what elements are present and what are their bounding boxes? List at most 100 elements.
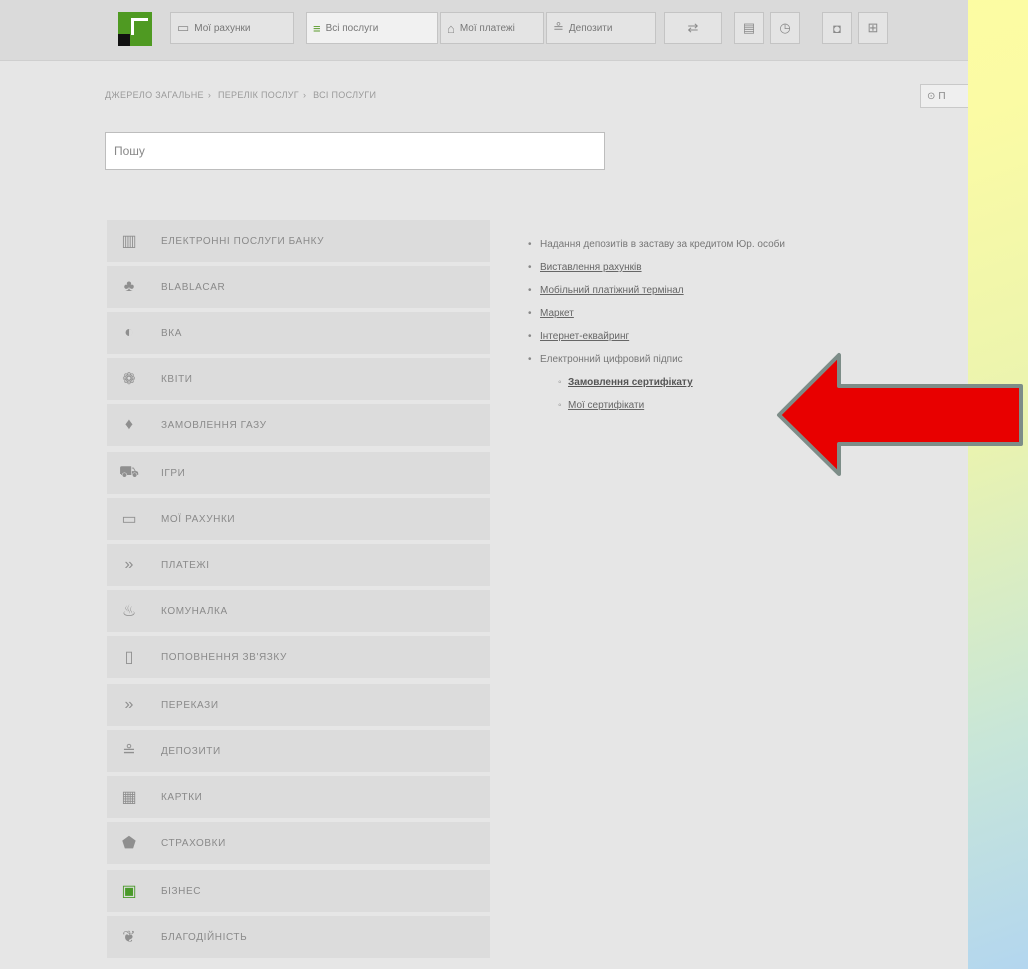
camera-button[interactable]: ◘: [822, 12, 852, 44]
print-label: П: [938, 90, 946, 102]
document-button[interactable]: ▤: [734, 12, 764, 44]
breadcrumb-item[interactable]: ДЖЕРЕЛО ЗАГАЛЬНЕ: [105, 90, 204, 100]
menu-item[interactable]: ▣ БІЗНЕС: [107, 870, 490, 916]
menu-item-label: БІЗНЕС: [161, 885, 202, 897]
tab-my-payments[interactable]: ⌂ Мої платежі: [440, 12, 544, 44]
link-text: Електронний цифровий підпис: [540, 354, 683, 365]
puzzle-icon: ❁: [122, 371, 136, 388]
link-item[interactable]: Інтернет-еквайринг: [528, 325, 785, 348]
top-navigation-bar: ▭ Мої рахунки ≡ Всі послуги ⌂ Мої платеж…: [0, 0, 968, 61]
coins-icon: ≗: [553, 20, 564, 35]
menu-item-label: МОЇ РАХУНКИ: [161, 513, 236, 525]
transfer-icon: ⇄: [687, 20, 699, 35]
link-text[interactable]: Виставлення рахунків: [540, 262, 642, 273]
link-item[interactable]: Виставлення рахунків: [528, 256, 785, 279]
camera-icon: ◘: [833, 20, 841, 36]
tab-label: Мої рахунки: [194, 22, 251, 34]
link-item[interactable]: Мобільний платіжний термінал: [528, 279, 785, 302]
menu-item-label: СТРАХОВКИ: [161, 837, 226, 849]
print-button[interactable]: ⊙ П: [920, 84, 968, 108]
menu-item[interactable]: ▭ МОЇ РАХУНКИ: [107, 498, 490, 544]
drop-icon: ♦: [124, 416, 134, 433]
menu-item[interactable]: ♣ BLABLACAR: [107, 266, 490, 312]
menu-item[interactable]: ≗ ДЕПОЗИТИ: [107, 730, 490, 776]
menu-item-label: КВІТИ: [161, 373, 193, 385]
globe-icon: ◐: [124, 324, 134, 341]
menu-item-label: BLABLACAR: [161, 281, 226, 293]
menu-item-label: ПОПОВНЕННЯ ЗВ'ЯЗКУ: [161, 651, 287, 663]
red-arrow-shape: [777, 353, 1023, 476]
menu-item[interactable]: » ПЛАТЕЖІ: [107, 544, 490, 590]
tab-my-accounts[interactable]: ▭ Мої рахунки: [170, 12, 294, 44]
certificate-order-link[interactable]: Замовлення сертифікату: [568, 377, 693, 388]
clock-icon: ◷: [779, 20, 791, 35]
menu-item[interactable]: ❦ БЛАГОДІЙНІСТЬ: [107, 916, 490, 962]
menu-item[interactable]: ◐ ВКА: [107, 312, 490, 358]
link-text[interactable]: Мобільний платіжний термінал: [540, 285, 684, 296]
menu-item-label: ЕЛЕКТРОННІ ПОСЛУГИ БАНКУ: [161, 235, 325, 247]
menu-item-label: ПЛАТЕЖІ: [161, 559, 210, 571]
cart-icon: ⊞: [867, 20, 879, 35]
tab-all-services[interactable]: ≡ Всі послуги: [306, 12, 438, 44]
menu-item-label: ДЕПОЗИТИ: [161, 745, 221, 757]
menu-item-label: КАРТКИ: [161, 791, 203, 803]
menu-item[interactable]: ▯ ПОПОВНЕННЯ ЗВ'ЯЗКУ: [107, 636, 490, 684]
tab-label: Всі послуги: [325, 22, 379, 34]
browser-screen: ▭ Мої рахунки ≡ Всі послуги ⌂ Мої платеж…: [0, 0, 968, 969]
sub-link-item[interactable]: Замовлення сертифікату: [528, 371, 785, 394]
briefcase-icon: ▣: [121, 883, 137, 900]
home-icon: ⌂: [447, 20, 455, 36]
menu-item[interactable]: ⬟ СТРАХОВКИ: [107, 822, 490, 870]
menu-item-label: БЛАГОДІЙНІСТЬ: [161, 931, 248, 943]
menu-item[interactable]: ♨ КОМУНАЛКА: [107, 590, 490, 636]
link-text: Надання депозитів в заставу за кредитом …: [540, 239, 785, 250]
card-icon: ▭: [121, 511, 137, 528]
print-icon: ⊙: [927, 90, 936, 102]
menu-item-label: ВКА: [161, 327, 182, 339]
transfer-button[interactable]: ⇄: [664, 12, 722, 44]
sub-link-item[interactable]: Мої сертифікати: [528, 394, 785, 417]
chevrons-icon: »: [124, 556, 134, 573]
menu-item-label: ІГРИ: [161, 467, 186, 479]
menu-item[interactable]: ⛟ ІГРИ: [107, 452, 490, 498]
link-item[interactable]: Маркет: [528, 302, 785, 325]
menu-item[interactable]: ❁ КВІТИ: [107, 358, 490, 404]
coins-icon: ≗: [122, 743, 136, 760]
cards-icon: ▦: [121, 789, 137, 806]
shield-icon: ⬟: [122, 835, 136, 852]
tab-label: Мої платежі: [459, 22, 515, 34]
menu-item[interactable]: ▥ ЕЛЕКТРОННІ ПОСЛУГИ БАНКУ: [107, 220, 490, 266]
chevrons-icon: »: [124, 696, 134, 713]
menu-item-label: ЗАМОВЛЕННЯ ГАЗУ: [161, 419, 267, 431]
link-text[interactable]: Маркет: [540, 308, 574, 319]
tab-deposits[interactable]: ≗ Депозити: [546, 12, 656, 44]
service-links-list: Надання депозитів в заставу за кредитом …: [528, 233, 785, 417]
service-categories-menu: ▥ ЕЛЕКТРОННІ ПОСЛУГИ БАНКУ ♣ BLABLACAR ◐ ВК…: [107, 220, 490, 962]
link-item: Надання депозитів в заставу за кредитом …: [528, 233, 785, 256]
heart-hands-icon: ❦: [122, 929, 136, 946]
breadcrumb-item[interactable]: ПЕРЕЛІК ПОСЛУГ: [218, 90, 299, 100]
menu-item[interactable]: ♦ ЗАМОВЛЕННЯ ГАЗУ: [107, 404, 490, 452]
menu-item[interactable]: » ПЕРЕКАЗИ: [107, 684, 490, 730]
phone-icon: ▯: [124, 649, 134, 666]
people-icon: ♣: [123, 278, 135, 295]
wallet-icon: ▭: [177, 20, 190, 35]
my-certificates-link[interactable]: Мої сертифікати: [568, 400, 644, 411]
building-icon: ▥: [121, 233, 137, 250]
link-text[interactable]: Інтернет-еквайринг: [540, 331, 629, 342]
menu-item[interactable]: ▦ КАРТКИ: [107, 776, 490, 822]
menu-lines-icon: ≡: [313, 20, 321, 36]
menu-item-label: КОМУНАЛКА: [161, 605, 228, 617]
cart-button[interactable]: ⊞: [858, 12, 888, 44]
breadcrumb-item: ВСІ ПОСЛУГИ: [313, 90, 377, 100]
search-input[interactable]: [105, 132, 605, 170]
history-button[interactable]: ◷: [770, 12, 800, 44]
link-item: Електронний цифровий підпис: [528, 348, 785, 371]
car-icon: ⛟: [118, 464, 140, 481]
bank-logo[interactable]: [118, 12, 152, 46]
faucet-icon: ♨: [121, 603, 137, 620]
breadcrumb: ДЖЕРЕЛО ЗАГАЛЬНЕ › ПЕРЕЛІК ПОСЛУГ › ВСІ ПО…: [105, 90, 377, 100]
document-icon: ▤: [742, 20, 756, 35]
tab-label: Депозити: [568, 22, 613, 34]
red-arrow-pointer: [777, 353, 1023, 476]
